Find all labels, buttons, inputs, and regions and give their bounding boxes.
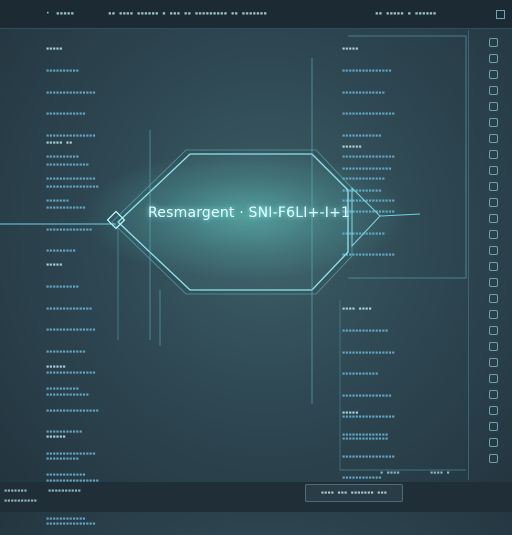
status-text: ▪ ▪▪▪▪ — [380, 470, 400, 476]
status-text: ▪▪▪▪ ▪ — [430, 470, 450, 476]
connector-layer — [0, 35, 467, 471]
status-text: ▪▪▪▪▪▪▪ — [4, 488, 28, 494]
list-item[interactable]: ▪▪▪▪▪▪▪▪▪▪▪▪▪▪▪ — [46, 521, 99, 528]
right-arrow-icon — [351, 186, 381, 248]
bottom-status-bar: ▪▪▪▪▪▪▪ ▪▪▪▪▪▪▪▪▪▪ ▪▪▪▪▪▪▪▪▪▪ ▪ ▪▪▪▪ ▪▪▪… — [0, 470, 512, 512]
hexagon-node-shape[interactable] — [117, 153, 349, 291]
status-text: ▪▪▪▪▪▪▪▪▪▪ — [48, 488, 82, 494]
right-connector-line — [379, 213, 421, 217]
status-text: ▪▪▪▪▪▪▪▪▪▪ — [4, 498, 38, 504]
node-label: Resmargent · SNI-F6LI+-I+1 — [148, 205, 351, 221]
action-button[interactable]: ▪▪▪▪ ▪▪▪ ▪▪▪▪▪▪▪ ▪▪▪ — [305, 484, 403, 502]
right-panel-frame — [348, 35, 467, 279]
